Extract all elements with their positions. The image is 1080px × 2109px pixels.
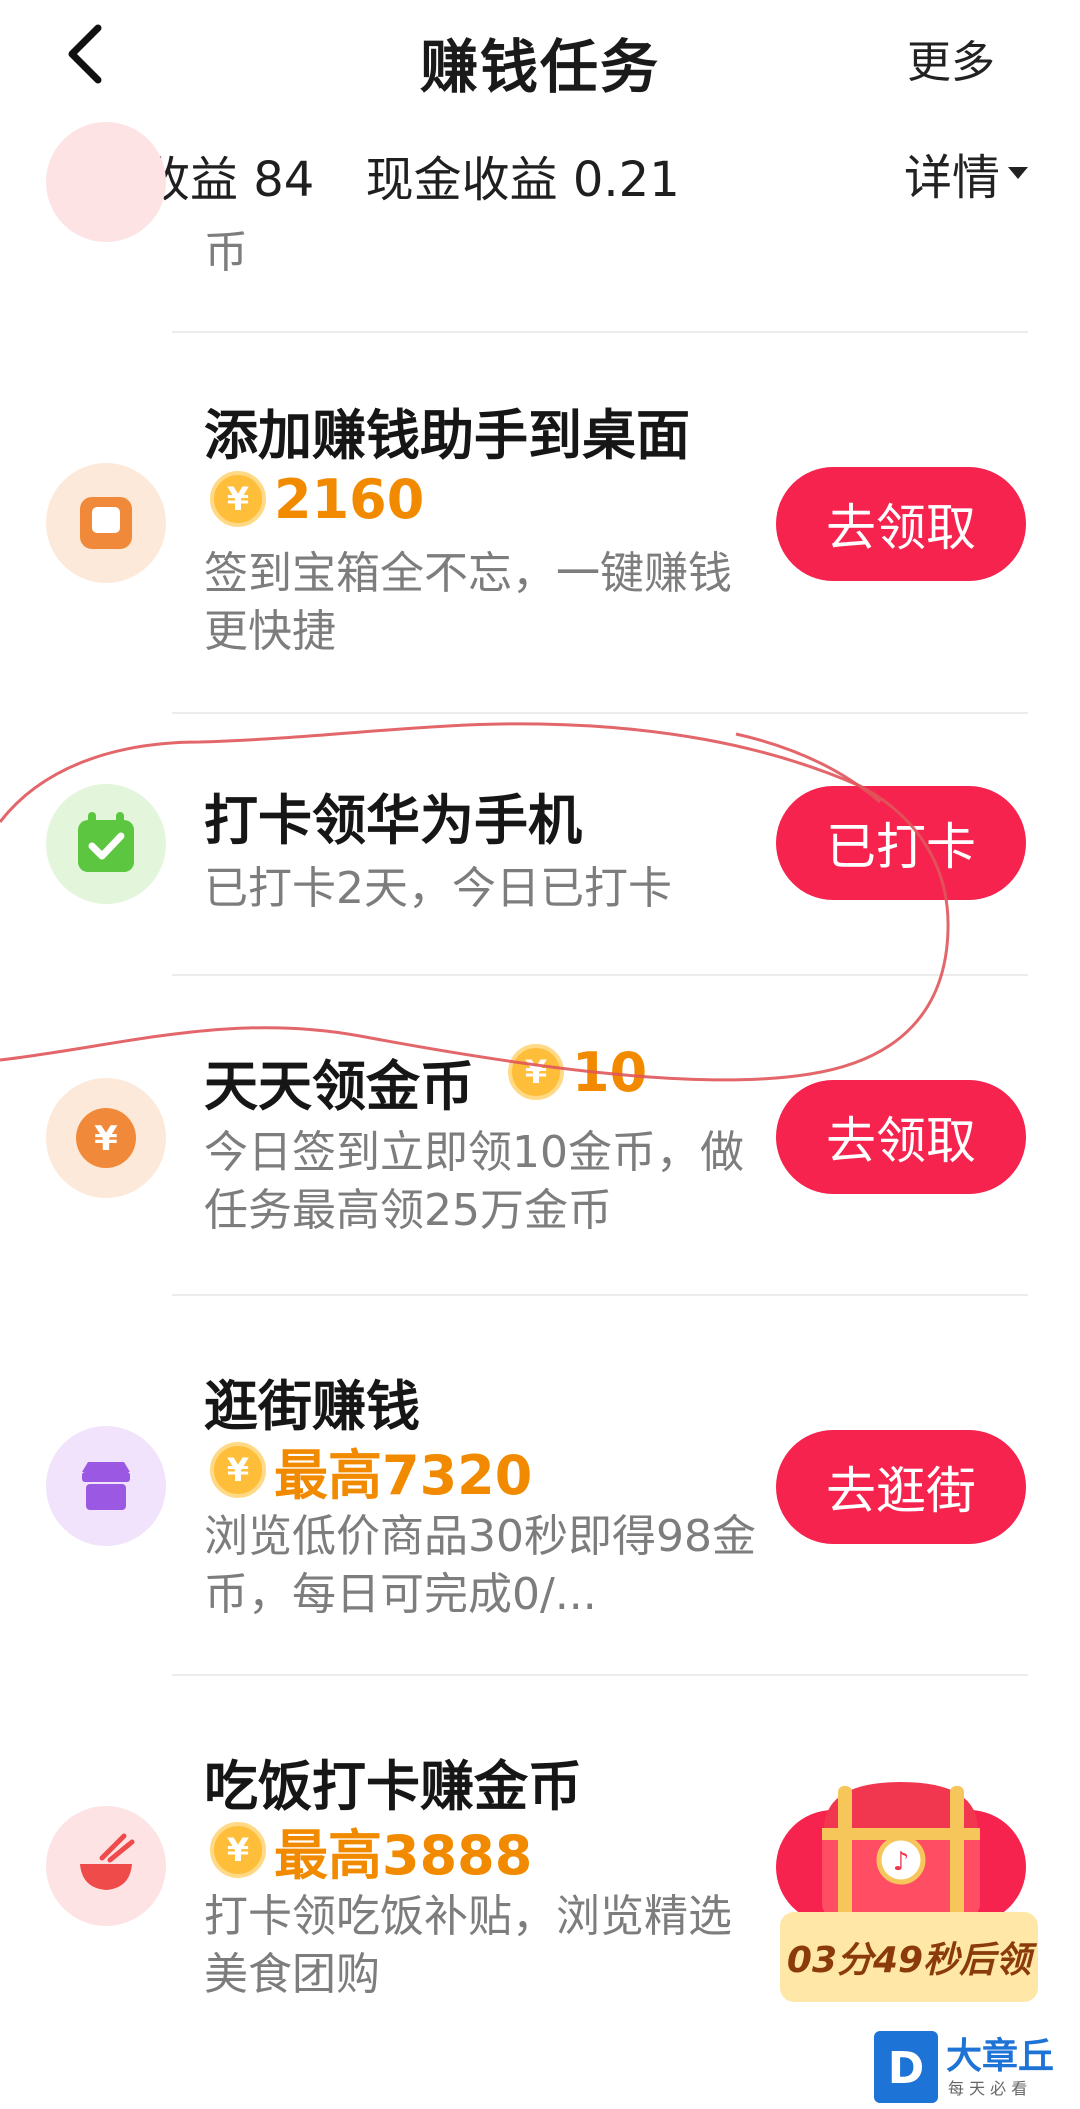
calendar-check-icon [46, 784, 166, 904]
task-desc: 今日签到立即领10金币，做任务最高领25万金币 [204, 1127, 744, 1236]
reward: ¥ 10 [508, 1040, 648, 1104]
task-title: 打卡领华为手机 [204, 789, 582, 852]
svg-text:♪: ♪ [893, 1847, 910, 1877]
task-title: 天天领金币 [204, 1055, 474, 1118]
details-label: 详情 [903, 150, 1000, 206]
yuan-coin-icon: ¥ [46, 1078, 166, 1198]
task-row-desktop: 添加赚钱助手到桌面 ¥ 2160 签到宝箱全不忘，一键赚钱更快捷 去领取 [0, 333, 1080, 713]
reward: ¥ 最高7320 [210, 1440, 532, 1507]
task-row-partial: 币 [0, 122, 1080, 330]
treasure-chest-icon[interactable]: ♪ [808, 1774, 994, 1924]
chest-timer: 03分49秒后领 [780, 1912, 1038, 2002]
coin-icon: ¥ [210, 1822, 266, 1878]
task-desc: 浏览低价商品30秒即得98金币，每日可完成0/... [204, 1508, 764, 1624]
task-icon-partial [46, 122, 166, 242]
task-desc: 已打卡2天，今日已打卡 [204, 863, 672, 914]
watermark-logo-icon: D [874, 2031, 938, 2103]
svg-text:¥: ¥ [94, 1119, 118, 1159]
more-button[interactable]: 更多 [907, 26, 995, 90]
task-title: 逛街赚钱 [204, 1375, 420, 1438]
rice-bowl-icon [46, 1806, 166, 1926]
reward-amount: 最高7320 [274, 1443, 533, 1507]
reward-amount: 2160 [274, 467, 425, 531]
reward-amount: 10 [572, 1040, 648, 1104]
claim-button[interactable]: 去领取 [776, 1080, 1026, 1194]
task-row-daily-coins: ¥ 天天领金币 ¥ 10 今日签到立即领10金币，做任务最高领25万金币 去领取 [0, 976, 1080, 1296]
task-desc-partial: 币 [204, 227, 248, 278]
shop-icon [46, 1426, 166, 1546]
task-desc-text: 浏览低价商品30秒即得98金币，每日可完成0/... [204, 1511, 756, 1620]
desktop-square-icon [46, 463, 166, 583]
coin-icon: ¥ [210, 1442, 266, 1498]
task-row-checkin: 打卡领华为手机 已打卡2天，今日已打卡 已打卡 [0, 714, 1080, 974]
reward: ¥ 2160 [210, 467, 425, 531]
details-dropdown[interactable]: 详情 [904, 138, 1028, 208]
task-title: 添加赚钱助手到桌面 [204, 404, 690, 467]
coin-icon: ¥ [508, 1044, 564, 1100]
caret-down-icon [1008, 167, 1028, 179]
watermark: D 大章丘 每 天 必 看 [874, 2027, 1074, 2107]
top-bar: 赚钱任务 更多 [0, 0, 1080, 110]
coin-icon: ¥ [210, 471, 266, 527]
task-desc: 打卡领吃饭补贴，浏览精选美食团购 [204, 1891, 732, 2000]
watermark-slogan: 每 天 必 看 [948, 2079, 1028, 2098]
watermark-name: 大章丘 [946, 2036, 1055, 2077]
task-title: 吃饭打卡赚金币 [204, 1755, 582, 1818]
svg-text:D: D [888, 2043, 925, 2094]
reward-amount: 最高3888 [274, 1823, 533, 1887]
reward: ¥ 最高3888 [210, 1820, 532, 1887]
go-shopping-button[interactable]: 去逛街 [776, 1430, 1026, 1544]
task-desc: 签到宝箱全不忘，一键赚钱更快捷 [204, 548, 732, 657]
claim-button[interactable]: 去领取 [776, 467, 1026, 581]
checked-in-button[interactable]: 已打卡 [776, 786, 1026, 900]
task-row-shopping: 逛街赚钱 ¥ 最高7320 浏览低价商品30秒即得98金币，每日可完成0/...… [0, 1296, 1080, 1676]
